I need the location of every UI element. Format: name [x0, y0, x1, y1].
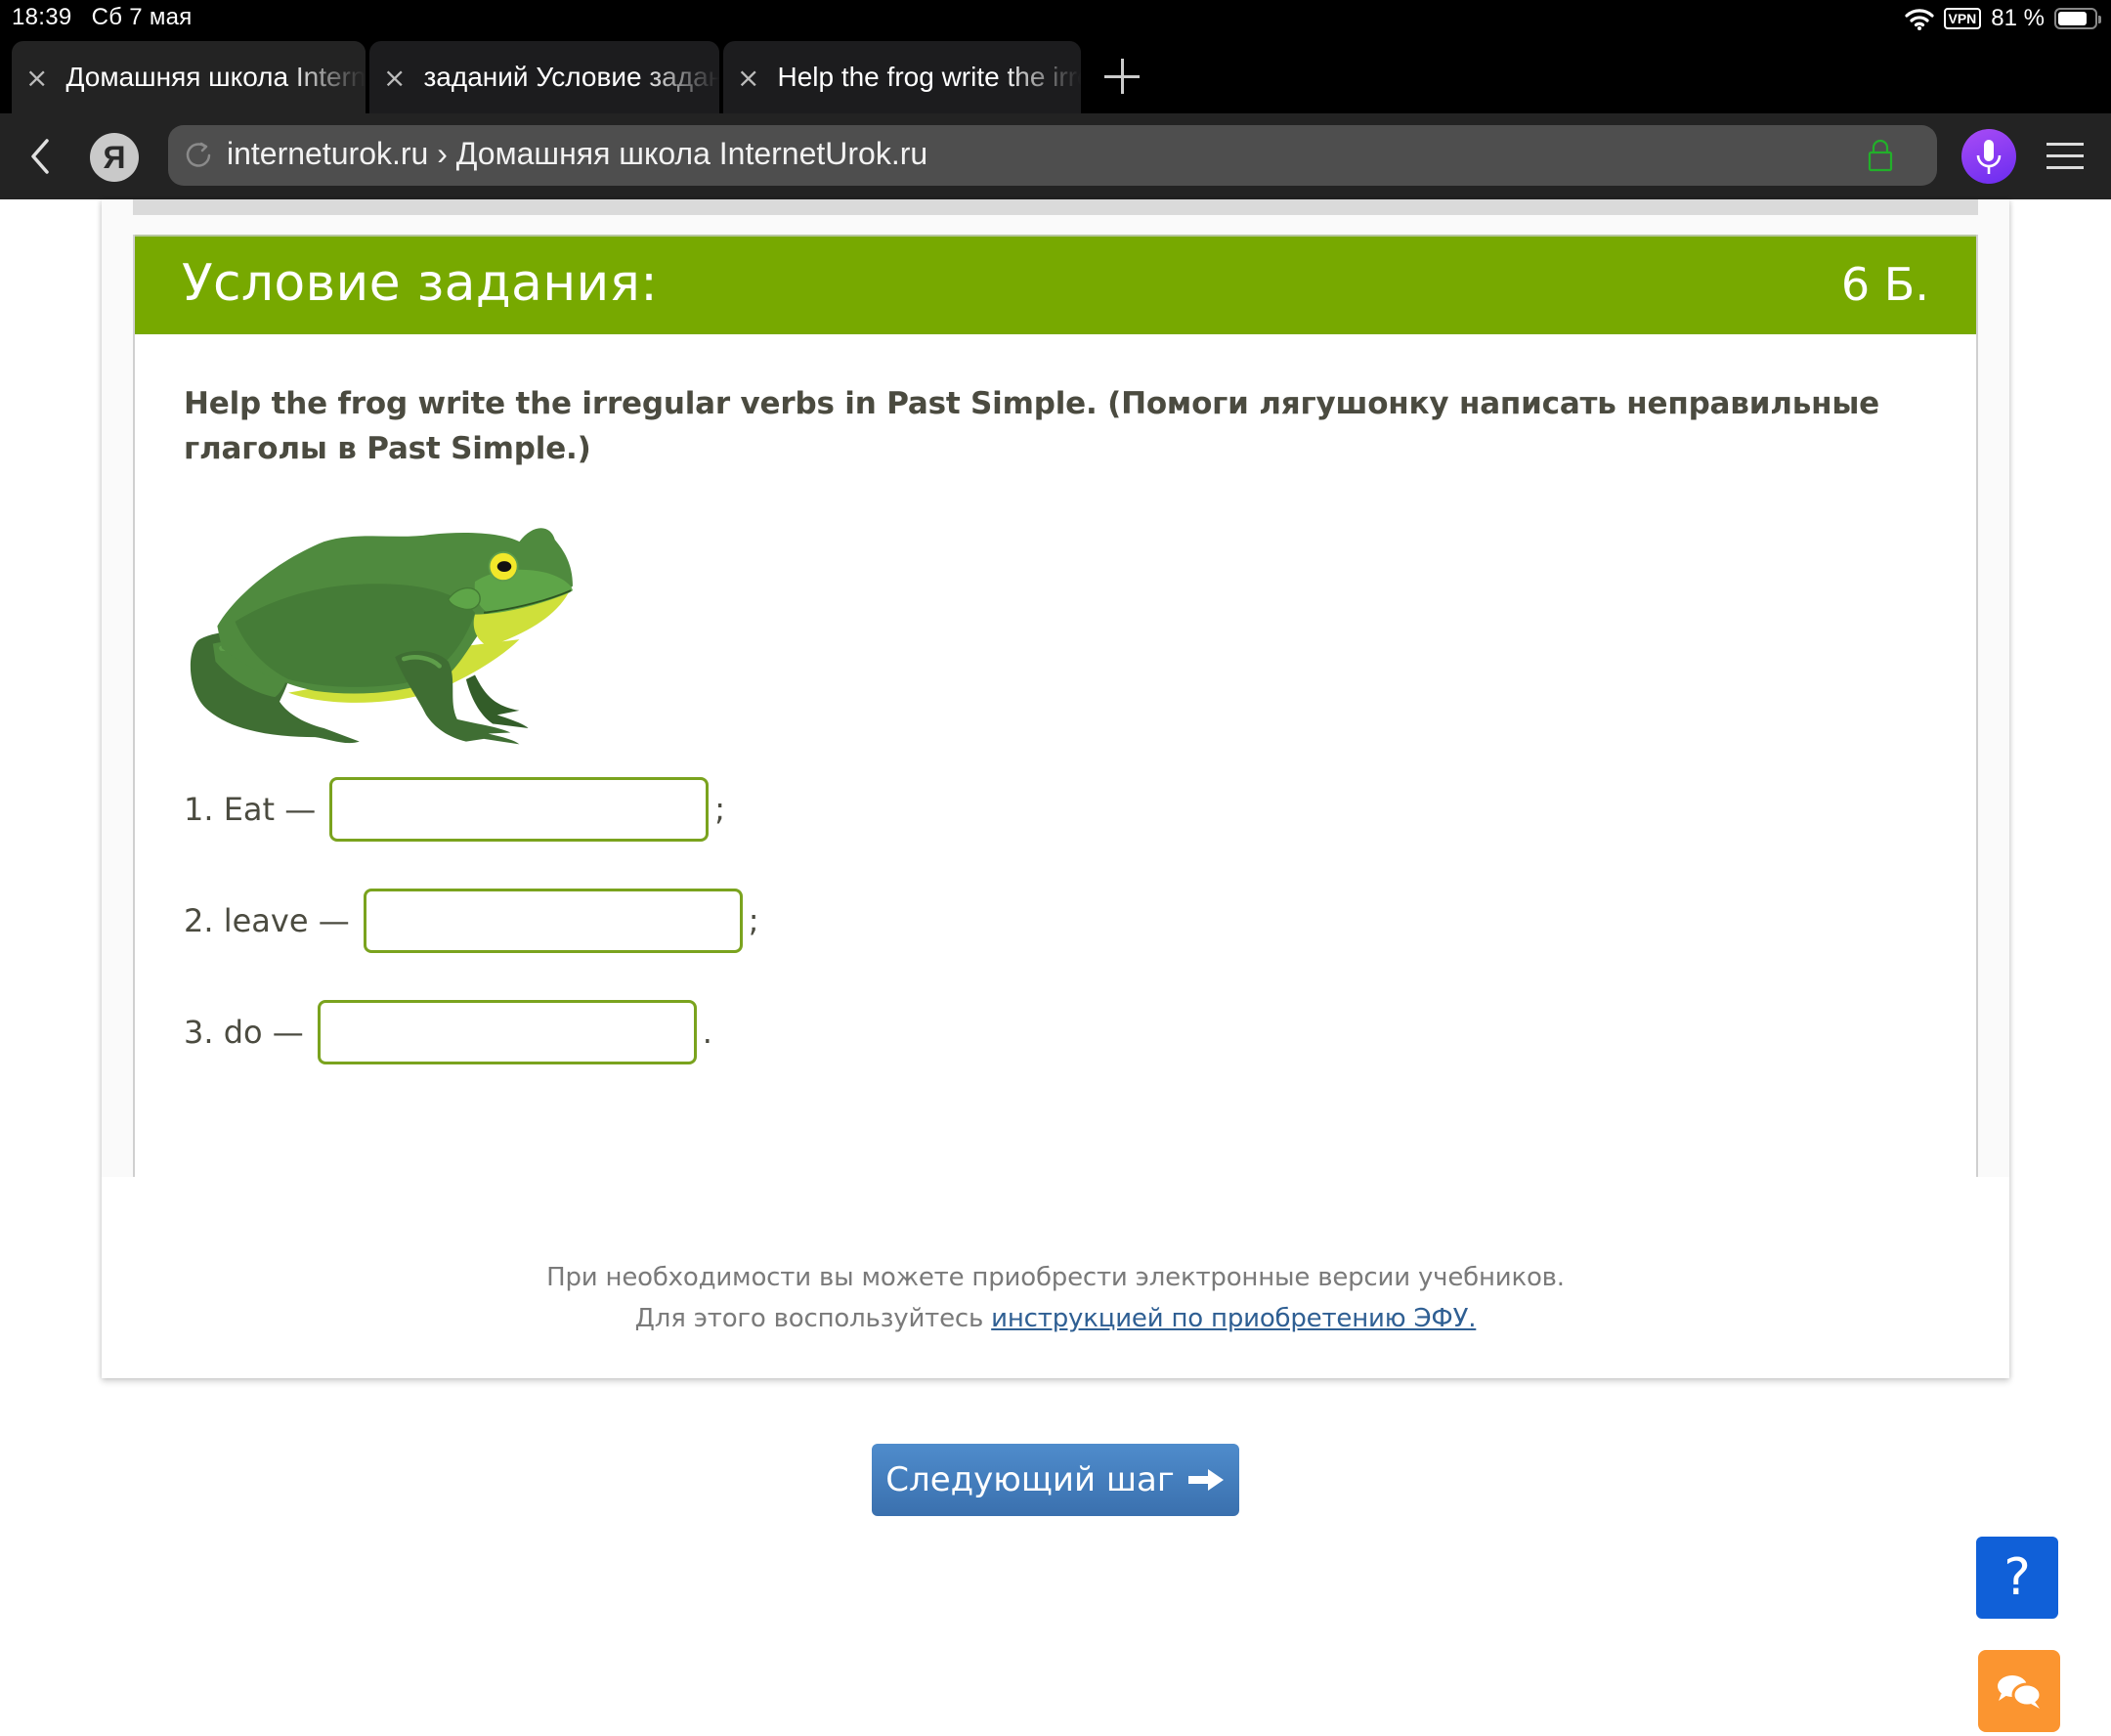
back-icon[interactable]	[25, 135, 55, 178]
vpn-badge: VPN	[1943, 8, 1982, 29]
status-time: 18:39	[12, 4, 72, 30]
question-label: 3. do —	[184, 1014, 304, 1051]
next-step-button[interactable]: Следующий шаг	[872, 1444, 1239, 1516]
question-row-1: 1. Eat — ;	[184, 777, 725, 842]
battery-fill	[2058, 12, 2088, 25]
address-bar: Я interneturok.ru › Домашняя школа Inter…	[0, 113, 2111, 199]
efu-instruction-link[interactable]: инструкцией по приобретению ЭФУ.	[991, 1304, 1476, 1333]
battery-icon	[2054, 8, 2101, 29]
question-punct: ;	[748, 902, 759, 939]
voice-search-button[interactable]	[1961, 129, 2016, 184]
task-instruction: Help the frog write the irregular verbs …	[184, 386, 1879, 466]
question-row-3: 3. do — .	[184, 1000, 712, 1064]
status-bar: 18:39 Сб 7 мая VPN 81 %	[0, 0, 2111, 39]
task-header: Условие задания: 6 Б.	[135, 235, 1976, 334]
task-card: Условие задания: 6 Б. Help the frog writ…	[133, 235, 1978, 1177]
frog-illustration	[190, 528, 573, 745]
next-step-label: Следующий шаг	[885, 1460, 1175, 1499]
lock-icon[interactable]	[1867, 139, 1894, 172]
question-punct: ;	[714, 791, 726, 828]
arrow-right-icon	[1187, 1469, 1224, 1491]
url-field[interactable]: interneturok.ru › Домашняя школа Interne…	[168, 125, 1937, 186]
help-button[interactable]: ?	[1976, 1537, 2058, 1619]
answer-input-1[interactable]	[329, 777, 710, 842]
task-points: 6 Б.	[1840, 258, 1929, 311]
url-text: interneturok.ru › Домашняя школа Interne…	[227, 136, 928, 171]
battery-percent: 81 %	[1991, 5, 2045, 31]
close-tab-icon[interactable]: ×	[25, 62, 48, 94]
footer-note-line2: Для этого воспользуйтесь инструкцией по …	[0, 1304, 2111, 1333]
chat-bubbles-icon	[1998, 1675, 2043, 1709]
question-punct: .	[702, 1014, 712, 1051]
question-row-2: 2. leave — ;	[184, 889, 758, 953]
tab-bar: × Домашняя школа InternetUrok.ru × задан…	[0, 39, 2111, 113]
close-tab-icon[interactable]: ×	[383, 62, 406, 94]
page-content: Условие задания: 6 Б. Help the frog writ…	[0, 199, 2111, 1732]
yandex-logo-button[interactable]: Я	[90, 133, 139, 182]
footer-note-line1: При необходимости вы можете приобрести э…	[546, 1263, 1565, 1292]
status-right: VPN 81 %	[1904, 5, 2101, 32]
answer-input-3[interactable]	[317, 1000, 697, 1064]
hamburger-menu-icon[interactable]	[2046, 141, 2084, 172]
answer-input-2[interactable]	[363, 889, 743, 953]
wifi-icon	[1904, 9, 1934, 30]
chat-button[interactable]	[1978, 1650, 2060, 1732]
new-tab-button[interactable]	[1102, 57, 1142, 96]
tab-home-school[interactable]: × Домашняя школа InternetUrok.ru	[12, 41, 366, 113]
footer-note-prefix: Для этого воспользуйтесь	[634, 1304, 992, 1333]
question-label: 2. leave —	[184, 902, 350, 939]
status-date: Сб 7 мая	[91, 4, 193, 30]
tab-tasks[interactable]: × заданий Условие задания	[369, 41, 719, 113]
question-label: 1. Eat —	[184, 791, 317, 828]
status-left: 18:39 Сб 7 мая	[12, 4, 212, 31]
close-tab-icon[interactable]: ×	[737, 62, 759, 94]
reload-icon[interactable]	[182, 139, 215, 172]
task-title: Условие задания:	[182, 254, 659, 313]
microphone-icon	[1976, 140, 2002, 174]
previous-block-strip	[133, 199, 1978, 215]
tab-frog-task[interactable]: × Help the frog write the irregular	[723, 41, 1081, 113]
